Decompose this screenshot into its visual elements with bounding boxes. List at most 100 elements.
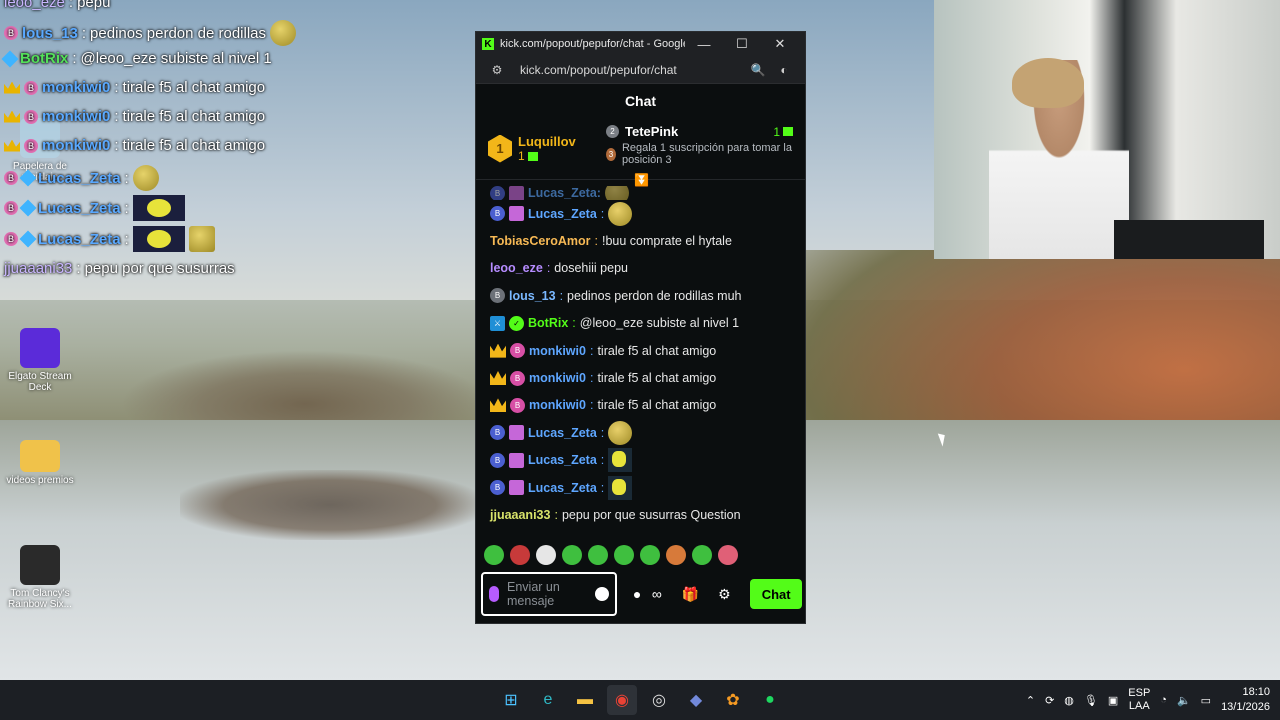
maximize-button[interactable]: ☐ (723, 36, 761, 52)
chrome-icon[interactable]: ◉ (607, 685, 637, 715)
emote-icon (132, 226, 185, 252)
tablet-icon[interactable]: ▣ (1108, 694, 1118, 707)
chat-message: jjuaaani33: pepu por que susurras Questi… (490, 507, 741, 522)
emote-button[interactable] (666, 545, 686, 565)
desktop-icon-folder[interactable]: videos premios (4, 440, 76, 486)
chat-username[interactable]: Lucas_Zeta (528, 453, 597, 467)
chat-username[interactable]: BotRix (528, 316, 568, 330)
chat-message: B monkiwi0: tirale f5 al chat amigo (490, 364, 793, 391)
chat-header: Chat (624, 93, 657, 109)
minimize-button[interactable]: — (685, 37, 723, 52)
badge-icon: B (490, 288, 505, 304)
badge-icon: B (24, 109, 38, 124)
desk (1114, 220, 1264, 259)
moderator-sword-icon: ⚔ (490, 315, 505, 331)
chat-username[interactable]: lous_13 (509, 289, 556, 303)
emote-button[interactable] (510, 545, 530, 565)
leader-first[interactable]: 1 Luquillov 1 (488, 124, 606, 173)
chat-username[interactable]: Lucas_Zeta (528, 426, 597, 440)
window-title: kick.com/popout/pepufor/chat - Google C.… (500, 38, 685, 50)
gift-icon (509, 186, 524, 200)
chat-message: B monkiwi0: tirale f5 al chat amigo (490, 392, 793, 419)
spotify-icon[interactable]: ● (755, 685, 785, 715)
discord-icon[interactable]: ◆ (681, 685, 711, 715)
folder-icon (20, 440, 60, 472)
desktop-icon-rainbow-six[interactable]: Tom Clancy's Rainbow Six... (4, 545, 76, 610)
gift-shop-icon[interactable]: 🎁 (677, 586, 705, 603)
chat-username[interactable]: TobiasCeroAmor (490, 234, 590, 248)
emote-icon (608, 475, 633, 500)
chat-message: B Lucas_Zeta: (490, 200, 793, 227)
language-indicator[interactable]: ESP LAA (1128, 687, 1150, 713)
chat-message: B Lucas_Zeta: (490, 474, 793, 501)
close-button[interactable]: ✕ (761, 36, 799, 52)
badge-icon: B (490, 206, 505, 222)
subscription-icon (783, 127, 793, 136)
wifi-icon[interactable]: ◔ (1160, 694, 1167, 706)
badge-icon: B (24, 138, 38, 153)
gift-icon (19, 199, 37, 217)
emote-button[interactable] (692, 545, 712, 565)
infinity-icon[interactable]: ∞ (643, 586, 671, 602)
verified-check-icon: ✓ (509, 315, 524, 331)
battery-icon[interactable]: ▭ (1201, 694, 1211, 707)
chat-messages[interactable]: B Lucas_Zeta: B Lucas_Zeta: TobiasCeroAm… (476, 186, 807, 536)
fl-studio-icon[interactable]: ✿ (718, 685, 748, 715)
zoom-icon[interactable]: 🔍 (745, 63, 771, 77)
chat-input-placeholder[interactable]: Enviar un mensaje (507, 580, 587, 608)
chat-username[interactable]: monkiwi0 (529, 398, 586, 412)
windows-start-icon[interactable]: ⊞ (496, 685, 526, 715)
crown-icon (490, 398, 506, 413)
emote-button[interactable] (640, 545, 660, 565)
chat-message-input[interactable]: Enviar un mensaje (481, 572, 618, 616)
chat-message: leoo_eze: dosehiii pepu (490, 261, 628, 276)
emoji-picker-icon[interactable] (595, 587, 610, 601)
emote-icon (608, 201, 633, 226)
volume-icon[interactable]: 🔈 (1177, 694, 1191, 707)
file-explorer-icon[interactable]: ▬ (570, 685, 600, 715)
emote-icon (132, 165, 159, 191)
collapse-arrow-icon[interactable]: ⏬ (634, 173, 649, 187)
overlay-chat-line: B Lucas_Zeta: (4, 226, 215, 252)
emote-button[interactable] (562, 545, 582, 565)
leader-second[interactable]: 2 TetePink 1 (606, 124, 793, 139)
eye-slash-icon[interactable]: ◐ (771, 63, 797, 77)
chat-username[interactable]: leoo_eze (490, 261, 543, 275)
site-settings-icon[interactable]: ⚙ (484, 63, 510, 77)
crown-icon (4, 139, 20, 152)
sync-icon[interactable]: ⟳ (1045, 694, 1054, 707)
badge-icon: B (4, 171, 18, 185)
obs-icon[interactable]: ◎ (644, 685, 674, 715)
leader-third[interactable]: 3 Regala 1 suscripción para tomar la pos… (606, 142, 793, 166)
address-bar[interactable]: ⚙ kick.com/popout/pepufor/chat 🔍 ◐ (476, 56, 805, 84)
desktop-icon-stream-deck[interactable]: Elgato Stream Deck (4, 328, 76, 393)
webcam-feed (934, 0, 1280, 259)
url-text[interactable]: kick.com/popout/pepufor/chat (520, 63, 745, 77)
chevron-up-icon[interactable]: ⌃ (1026, 694, 1035, 707)
chat-username[interactable]: monkiwi0 (529, 371, 586, 385)
settings-gear-icon[interactable]: ⚙ (711, 586, 739, 603)
chat-message: B Lucas_Zeta: (490, 186, 793, 200)
gift-icon (509, 480, 524, 496)
shield-icon[interactable]: ◍ (1064, 694, 1074, 707)
badge-icon: B (4, 201, 18, 215)
emote-button[interactable] (536, 545, 556, 565)
emote-button[interactable] (718, 545, 738, 565)
microphone-icon[interactable] (489, 586, 499, 602)
edge-browser-icon[interactable]: e (533, 685, 563, 715)
send-chat-button[interactable]: Chat (750, 579, 802, 609)
overlay-chat-line: B monkiwi0: tirale f5 al chat amigo (4, 79, 265, 96)
emote-button[interactable] (588, 545, 608, 565)
chat-username[interactable]: monkiwi0 (529, 344, 586, 358)
chat-username[interactable]: jjuaaani33 (490, 508, 550, 522)
microphone-icon[interactable]: 🎙 (1084, 694, 1098, 707)
emote-button[interactable] (484, 545, 504, 565)
chat-username[interactable]: Lucas_Zeta (528, 481, 597, 495)
overlay-chat-line: jjuaaani33: pepu por que susurras (4, 260, 235, 277)
overlay-chat-line: leoo_eze: pepu (4, 0, 111, 11)
window-titlebar: K kick.com/popout/pepufor/chat - Google … (476, 32, 805, 56)
emote-button[interactable] (614, 545, 634, 565)
gift-icon (509, 206, 524, 222)
taskbar-clock[interactable]: 18:10 13/1/2026 (1221, 685, 1270, 715)
chat-username[interactable]: Lucas_Zeta (528, 207, 597, 221)
